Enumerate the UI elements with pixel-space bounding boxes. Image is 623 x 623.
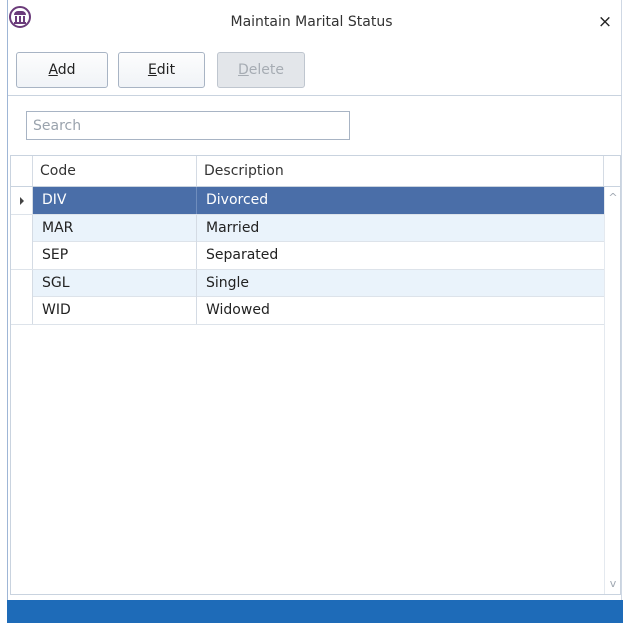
window-title: Maintain Marital Status [230, 14, 393, 30]
current-row-arrow-icon [20, 197, 24, 205]
cell-description[interactable]: Single [197, 270, 604, 297]
cell-code[interactable]: SEP [33, 242, 197, 269]
row-indicator [11, 269, 33, 297]
cell-code[interactable]: MAR [33, 214, 197, 242]
marital-status-grid: Code Description DIV Divorced MAR Marrie… [10, 155, 621, 595]
table-row[interactable]: MAR Married [11, 214, 604, 242]
delete-button[interactable]: Delete [217, 52, 305, 88]
row-indicator-header [11, 156, 33, 186]
add-label-rest: dd [57, 62, 76, 78]
table-row[interactable]: SEP Separated [11, 242, 604, 270]
add-button[interactable]: Add [16, 52, 108, 88]
row-indicator [11, 187, 33, 214]
grid-rows: DIV Divorced MAR Married SEP Separated S… [11, 187, 604, 325]
row-indicator [11, 297, 33, 324]
vertical-scrollbar[interactable]: ^ v [604, 187, 620, 594]
status-bar [7, 600, 623, 623]
edit-mnemonic: E [147, 62, 157, 78]
scroll-down-icon[interactable]: v [605, 576, 621, 592]
toolbar: Add Edit Delete [8, 44, 622, 96]
delete-mnemonic: D [238, 62, 249, 78]
table-row[interactable]: SGL Single [11, 269, 604, 297]
table-row[interactable]: WID Widowed [11, 297, 604, 325]
cell-description[interactable]: Married [197, 215, 604, 242]
column-header-code[interactable]: Code [33, 156, 197, 186]
cell-description[interactable]: Widowed [197, 297, 604, 324]
title-bar: Maintain Marital Status × [0, 0, 623, 44]
scroll-up-icon[interactable]: ^ [605, 190, 621, 206]
search-input[interactable] [26, 111, 350, 140]
edit-label-rest: dit [156, 62, 176, 78]
edit-button[interactable]: Edit [118, 52, 205, 88]
delete-label-rest: elete [248, 62, 284, 78]
cell-description[interactable]: Divorced [197, 187, 604, 214]
cell-code[interactable]: DIV [33, 187, 197, 214]
grid-header: Code Description [11, 156, 620, 187]
add-mnemonic: A [48, 62, 58, 78]
column-header-description[interactable]: Description [197, 156, 604, 186]
cell-description[interactable]: Separated [197, 242, 604, 269]
close-icon[interactable]: × [597, 14, 613, 31]
row-indicator [11, 214, 33, 242]
cell-code[interactable]: SGL [33, 269, 197, 297]
header-filler [604, 156, 620, 186]
maintain-marital-status-window: Maintain Marital Status × Add Edit Delet… [0, 0, 623, 623]
cell-code[interactable]: WID [33, 297, 197, 324]
table-row[interactable]: DIV Divorced [11, 187, 604, 215]
row-indicator [11, 242, 33, 269]
